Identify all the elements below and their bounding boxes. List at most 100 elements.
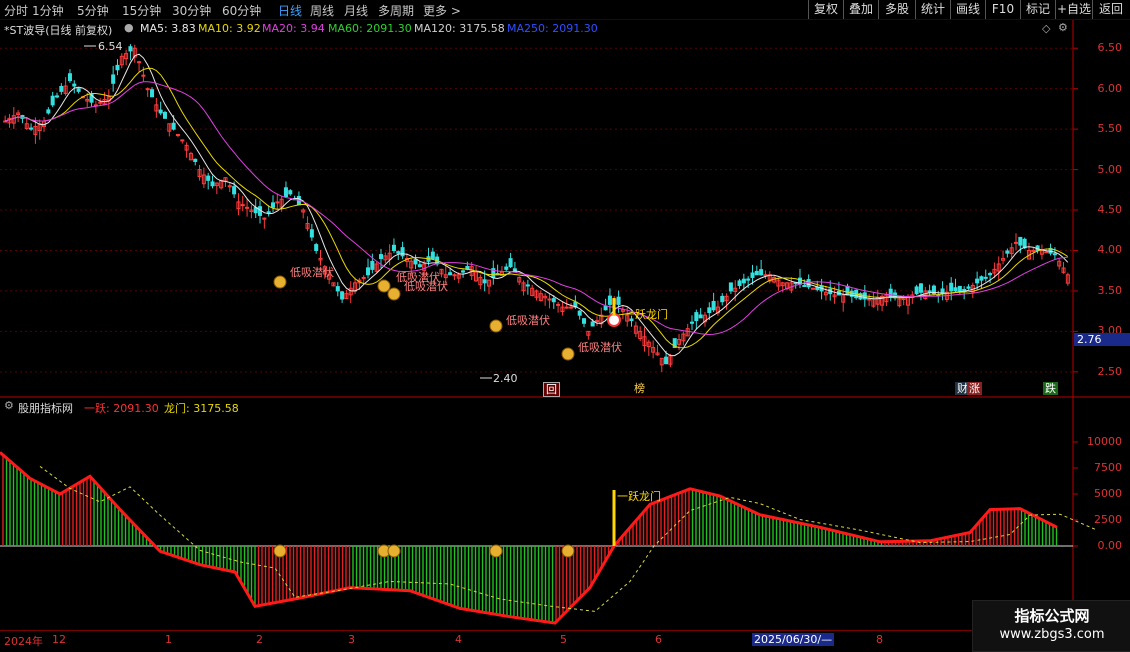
restore-rights-button[interactable]: 复权 (808, 0, 843, 19)
candle-body (162, 111, 168, 119)
candle-body (867, 298, 872, 301)
price-tick-label: 6.00 (1097, 81, 1123, 95)
money-bag-icon (489, 319, 503, 333)
candle-body (59, 86, 64, 92)
tag-die[interactable]: 跌 (1043, 382, 1058, 395)
candle-body (577, 310, 582, 316)
date-label: 5 (560, 633, 567, 646)
add-watchlist-button[interactable]: +自选 (1055, 0, 1092, 19)
settings-circle-icon[interactable]: ● (124, 21, 134, 34)
candle-body (232, 186, 237, 195)
candle-body (72, 83, 77, 87)
candle-body (525, 284, 530, 287)
candle-body (180, 139, 185, 142)
mark-button[interactable]: 标记 (1020, 0, 1055, 19)
candle-body (175, 134, 180, 137)
crosshair-date-label: 2025/06/30/— (752, 633, 835, 646)
candle-body (720, 295, 725, 303)
candle-body (845, 285, 850, 296)
price-tick-label: 4.00 (1097, 243, 1123, 257)
money-bag-icon (377, 279, 391, 293)
candle-body (763, 274, 768, 277)
statistics-button[interactable]: 统计 (915, 0, 950, 19)
candle-body (504, 266, 509, 270)
candle-body (551, 298, 556, 303)
candle-body (29, 127, 34, 130)
candle-body (270, 202, 276, 208)
candle-body (400, 247, 405, 257)
tab-1min[interactable]: 1分钟 (32, 2, 64, 19)
settings-gear-icon[interactable]: ⚙ (1058, 21, 1068, 34)
draw-line-button[interactable]: 画线 (950, 0, 985, 19)
candle-body (582, 318, 587, 324)
price-chart[interactable]: *ST波导(日线 前复权) ● MA5: 3.83 MA10: 3.92 MA2… (0, 20, 1130, 398)
candle-body (98, 101, 103, 104)
tag-bang[interactable]: 榜 (632, 382, 647, 395)
money-bag-icon (489, 544, 503, 558)
candle-body (975, 278, 980, 284)
tab-5min[interactable]: 5分钟 (77, 2, 109, 19)
candle-body (806, 279, 811, 288)
candle-body (361, 276, 366, 279)
ma20-label: MA20: 3.94 (262, 22, 325, 35)
candle-body (979, 276, 984, 281)
tab-weekly[interactable]: 周线 (310, 2, 334, 19)
tab-fenshi[interactable]: 分时 (4, 2, 28, 19)
indicator-tick-label: 7500 (1094, 461, 1122, 474)
low-price-label: 2.40 (493, 372, 518, 385)
price-tick-label: 5.00 (1097, 162, 1123, 176)
tab-multi-period[interactable]: 多周期 (378, 2, 414, 19)
candle-body (508, 258, 513, 268)
f10-button[interactable]: F10 (985, 0, 1020, 19)
candle-body (309, 229, 314, 238)
candle-body (694, 312, 699, 322)
candle-body (690, 321, 695, 324)
candle-body (1013, 241, 1019, 244)
signal-label-dragon: 一跃龙门 (624, 308, 668, 321)
indicator-signal-label: 一跃龙门 (617, 490, 661, 503)
back-button[interactable]: 返回 (1092, 0, 1129, 19)
diamond-icon[interactable]: ◇ (1042, 22, 1050, 35)
tab-monthly[interactable]: 月线 (344, 2, 368, 19)
candle-body (335, 286, 340, 292)
candle-body (1018, 236, 1023, 246)
tab-daily[interactable]: 日线 (278, 2, 302, 19)
money-bag-icon (273, 544, 287, 558)
date-label: 2 (256, 633, 263, 646)
tab-60min[interactable]: 60分钟 (222, 2, 261, 19)
tag-zhang[interactable]: 涨 (967, 382, 982, 395)
candle-body (210, 181, 215, 187)
candle-body (737, 280, 742, 287)
tag-hui[interactable]: 回 (543, 382, 560, 397)
candle-body (283, 187, 288, 198)
candle-body (370, 260, 375, 270)
candle-body (564, 306, 569, 309)
tab-15min[interactable]: 15分钟 (122, 2, 161, 19)
tab-30min[interactable]: 30分钟 (172, 2, 211, 19)
price-tick-label: 6.50 (1097, 41, 1123, 55)
overlay-button[interactable]: 叠加 (843, 0, 878, 19)
candle-body (193, 158, 198, 162)
candle-body (966, 286, 971, 289)
indicator-chart[interactable]: ⚙ 股朋指标网 一跃: 2091.30 龙门: 3175.58 一跃龙门 100… (0, 398, 1130, 630)
candle-body (245, 206, 250, 209)
tab-more[interactable]: 更多 > (423, 2, 461, 19)
candle-body (1031, 249, 1036, 252)
candle-body (46, 109, 51, 114)
indicator-settings-icon[interactable]: ⚙ (4, 399, 14, 412)
current-price-box: 2.76 (1074, 333, 1130, 346)
price-tick-label: 5.50 (1097, 122, 1123, 136)
candle-body (413, 259, 418, 265)
date-label: 6 (655, 633, 662, 646)
price-tick-label: 3.50 (1097, 283, 1123, 297)
multi-stock-button[interactable]: 多股 (878, 0, 915, 19)
candle-body (953, 287, 958, 292)
candle-body (266, 211, 271, 214)
date-axis: 2024年 12 1 2 3 4 5 6 2025/06/30/— 8 (0, 630, 1130, 651)
indicator-tick-label: 0.00 (1097, 539, 1123, 552)
money-bag-icon (561, 544, 575, 558)
candle-body (482, 279, 487, 284)
ma10-label: MA10: 3.92 (198, 22, 261, 35)
ma60-label: MA60: 2091.30 (328, 22, 412, 35)
money-bag-icon (387, 544, 401, 558)
